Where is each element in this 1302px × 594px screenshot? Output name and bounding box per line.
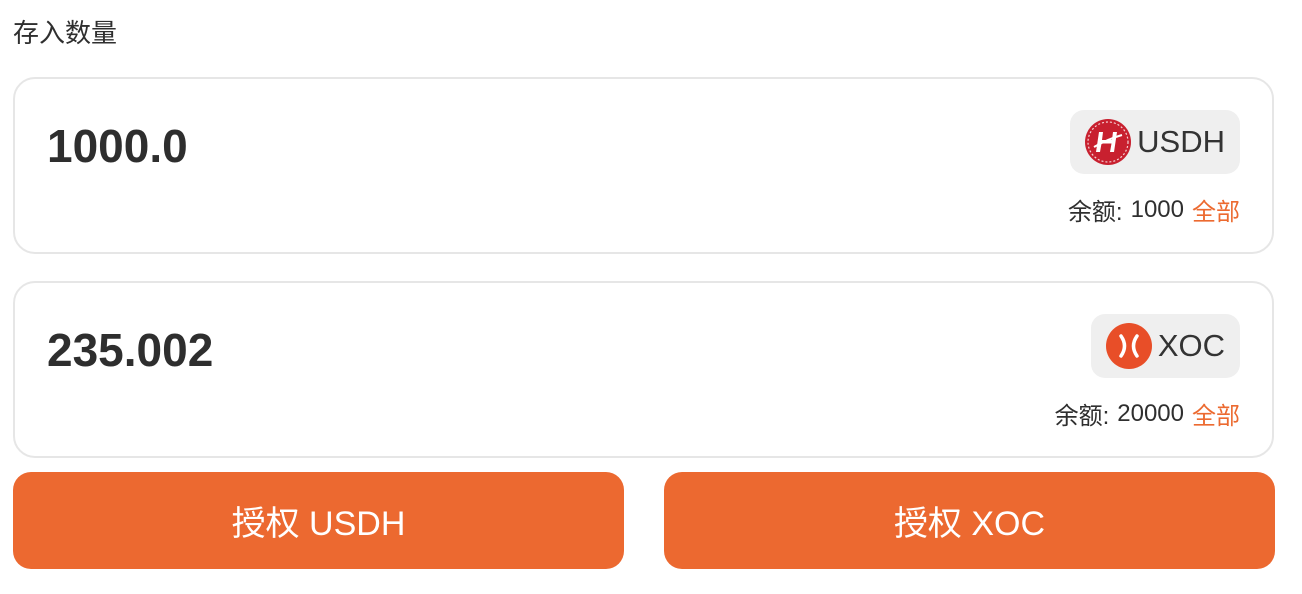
usdh-logo-icon bbox=[1085, 119, 1132, 165]
usdh-balance-label: 余额: bbox=[1067, 199, 1123, 226]
usdh-max-link[interactable]: 全部 bbox=[1192, 192, 1240, 227]
usdh-token-selector[interactable]: USDH bbox=[1070, 110, 1240, 174]
xoc-amount-input[interactable] bbox=[47, 323, 747, 377]
usdh-balance-value: 1000 bbox=[1130, 195, 1184, 223]
usdh-balance-row: 余额: 1000 全部 bbox=[1068, 192, 1240, 227]
xoc-token-symbol: XOC bbox=[1157, 328, 1225, 363]
xoc-max-link[interactable]: 全部 bbox=[1192, 396, 1240, 431]
xoc-balance-row: 余额: 20000 全部 bbox=[1055, 396, 1240, 431]
xoc-logo-icon bbox=[1105, 323, 1152, 369]
usdh-amount-input[interactable] bbox=[47, 119, 747, 173]
xoc-token-selector[interactable]: XOC bbox=[1090, 314, 1240, 378]
xoc-balance-value: 20000 bbox=[1117, 399, 1184, 427]
approve-xoc-button[interactable]: 授权 XOC bbox=[664, 472, 1275, 569]
xoc-input-card: XOC 余额: 20000 全部 bbox=[13, 281, 1274, 458]
usdh-token-symbol: USDH bbox=[1137, 124, 1225, 159]
approve-usdh-button[interactable]: 授权 USDH bbox=[13, 472, 624, 569]
deposit-amount-label: 存入数量 bbox=[13, 18, 118, 48]
xoc-balance-label: 余额: bbox=[1054, 403, 1110, 430]
usdh-input-card: USDH 余额: 1000 全部 bbox=[13, 77, 1274, 254]
